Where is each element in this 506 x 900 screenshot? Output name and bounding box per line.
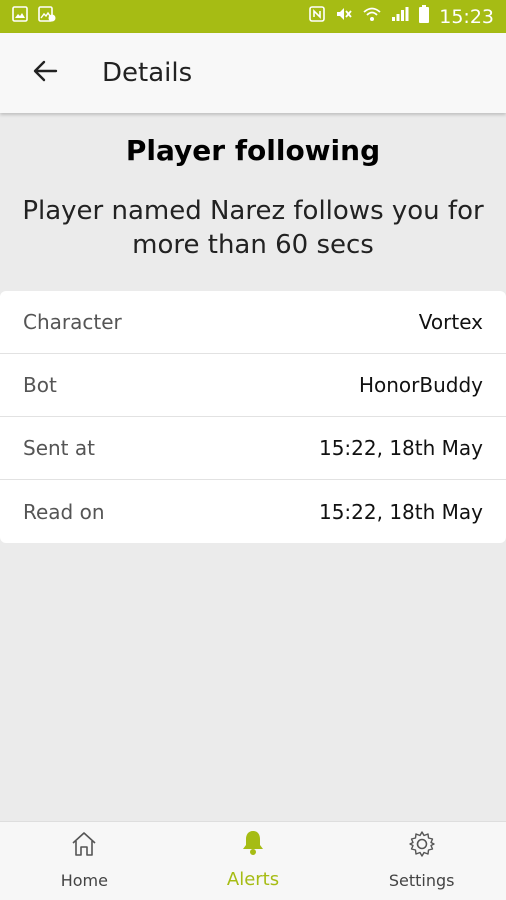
alert-title: Player following <box>125 134 381 167</box>
nfc-icon <box>309 6 326 27</box>
nav-label-home: Home <box>60 871 108 890</box>
detail-row-bot: Bot HonorBuddy <box>0 354 506 417</box>
detail-label: Read on <box>23 499 105 524</box>
gallery-badge-icon <box>38 6 56 27</box>
back-button[interactable] <box>0 33 90 113</box>
signal-icon <box>391 6 409 27</box>
bell-icon <box>239 828 267 861</box>
nav-label-alerts: Alerts <box>226 869 280 890</box>
nav-item-alerts[interactable]: Alerts <box>169 822 338 900</box>
detail-row-sent-at: Sent at 15:22, 18th May <box>0 417 506 480</box>
status-time: 15:23 <box>439 5 494 28</box>
nav-item-settings[interactable]: Settings <box>337 822 506 900</box>
page-title: Details <box>102 58 193 88</box>
detail-row-read-on: Read on 15:22, 18th May <box>0 480 506 543</box>
detail-value: 15:22, 18th May <box>318 499 483 524</box>
gear-icon <box>408 830 436 863</box>
detail-label: Bot <box>23 373 57 397</box>
home-icon <box>70 830 98 863</box>
bottom-navigation: Home Alerts Settings <box>0 821 506 900</box>
mute-icon <box>335 6 353 27</box>
detail-row-character: Character Vortex <box>0 291 506 354</box>
battery-icon <box>419 5 430 28</box>
arrow-left-icon <box>32 59 58 88</box>
alert-message: Player named Narez follows you for more … <box>22 196 484 260</box>
status-bar: 15:23 <box>0 0 506 33</box>
status-right-icons: 15:23 <box>309 5 494 28</box>
detail-value: 15:22, 18th May <box>318 436 483 460</box>
image-icon <box>12 6 28 27</box>
detail-label: Sent at <box>23 436 95 460</box>
app-bar: Details <box>0 33 506 113</box>
detail-label: Character <box>23 310 122 334</box>
detail-value: HonorBuddy <box>358 373 483 397</box>
status-left-icons <box>12 6 56 27</box>
details-card: Character Vortex Bot HonorBuddy Sent at … <box>0 291 506 543</box>
detail-value: Vortex <box>418 310 483 334</box>
wifi-icon <box>363 6 381 27</box>
nav-item-home[interactable]: Home <box>0 822 169 900</box>
nav-label-settings: Settings <box>388 871 455 890</box>
